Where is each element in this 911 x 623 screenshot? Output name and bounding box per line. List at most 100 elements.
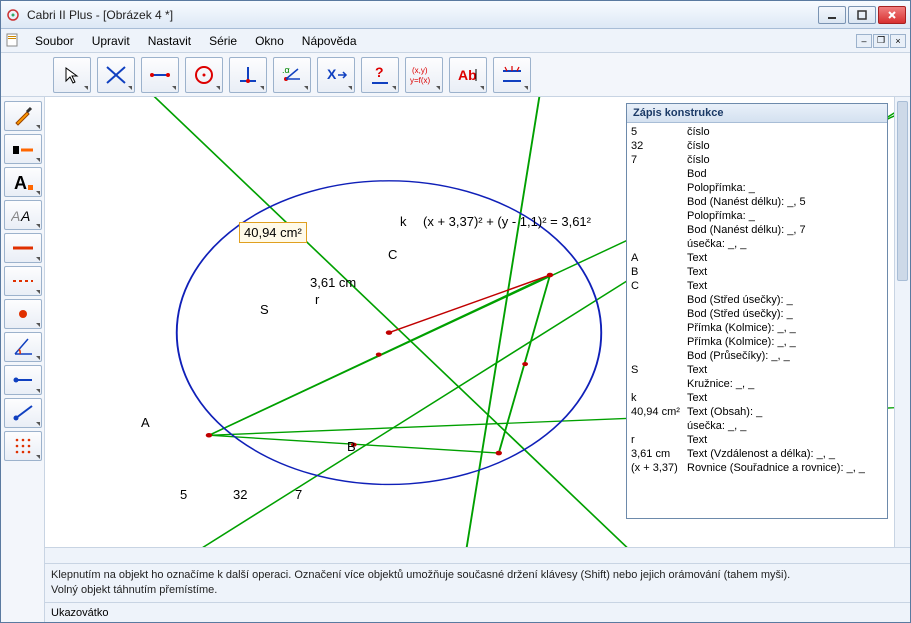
num-7[interactable]: 7 [295, 487, 302, 502]
minimize-button[interactable] [818, 6, 846, 24]
label-C[interactable]: C [388, 247, 397, 262]
mdi-minimize[interactable]: – [856, 34, 872, 48]
maximize-button[interactable] [848, 6, 876, 24]
panel-row-left[interactable] [631, 181, 683, 195]
panel-row-right[interactable]: Přímka (Kolmice): _, _ [687, 335, 883, 349]
menu-serie[interactable]: Série [201, 32, 245, 50]
panel-row-right[interactable]: Text [687, 363, 883, 377]
vertical-scrollbar[interactable] [894, 97, 910, 547]
radius-value[interactable]: 3,61 cm [310, 275, 356, 290]
panel-row-right[interactable]: číslo [687, 153, 883, 167]
drawing-canvas[interactable]: 40,94 cm² k (x + 3,37)² + (y - 1,1)² = 3… [45, 97, 894, 547]
tool-label[interactable]: Ab [449, 57, 487, 93]
menu-nastavit[interactable]: Nastavit [140, 32, 199, 50]
panel-row-left[interactable]: (x + 3,37) [631, 461, 683, 475]
panel-row-left[interactable]: S [631, 363, 683, 377]
panel-row-left[interactable] [631, 223, 683, 237]
side-angle-mark[interactable] [4, 332, 42, 362]
panel-row-right[interactable]: Bod (Průsečíky): _, _ [687, 349, 883, 363]
panel-row-left[interactable]: 5 [631, 125, 683, 139]
panel-row-left[interactable]: A [631, 251, 683, 265]
tool-hide-show[interactable] [493, 57, 531, 93]
tool-query[interactable]: ? [361, 57, 399, 93]
panel-row-left[interactable]: 7 [631, 153, 683, 167]
panel-row-right[interactable]: Kružnice: _, _ [687, 377, 883, 391]
panel-row-left[interactable] [631, 349, 683, 363]
panel-row-left[interactable] [631, 419, 683, 433]
num-32[interactable]: 32 [233, 487, 247, 502]
radius-name[interactable]: r [315, 292, 319, 307]
panel-row-right[interactable]: Polopřímka: _ [687, 181, 883, 195]
panel-row-left[interactable]: r [631, 433, 683, 447]
mdi-restore[interactable]: ❐ [873, 34, 889, 48]
panel-row-left[interactable] [631, 335, 683, 349]
panel-row-left[interactable] [631, 195, 683, 209]
side-pencil[interactable] [4, 101, 42, 131]
tool-perpendicular[interactable] [229, 57, 267, 93]
panel-row-right[interactable]: číslo [687, 125, 883, 139]
construction-panel[interactable]: Zápis konstrukce 5327ABCSk40,94 cm²r3,61… [626, 103, 888, 519]
area-label[interactable]: 40,94 cm² [239, 222, 307, 243]
side-thickness[interactable] [4, 134, 42, 164]
panel-row-left[interactable] [631, 377, 683, 391]
label-A[interactable]: A [141, 415, 150, 430]
panel-row-right[interactable]: Text [687, 433, 883, 447]
horizontal-scrollbar[interactable] [45, 547, 910, 563]
side-grid[interactable] [4, 431, 42, 461]
circle-equation[interactable]: (x + 3,37)² + (y - 1,1)² = 3,61² [423, 214, 591, 229]
panel-row-right[interactable]: Text (Vzdálenost a délka): _, _ [687, 447, 883, 461]
panel-row-left[interactable]: 40,94 cm² [631, 405, 683, 419]
menu-soubor[interactable]: Soubor [27, 32, 82, 50]
tool-x-transform[interactable]: X [317, 57, 355, 93]
menu-okno[interactable]: Okno [247, 32, 292, 50]
panel-row-right[interactable]: Text [687, 391, 883, 405]
panel-row-left[interactable]: 3,61 cm [631, 447, 683, 461]
panel-row-right[interactable]: Bod [687, 167, 883, 181]
side-line-dash[interactable] [4, 266, 42, 296]
panel-row-left[interactable] [631, 293, 683, 307]
panel-row-left[interactable] [631, 307, 683, 321]
num-5[interactable]: 5 [180, 487, 187, 502]
panel-row-right[interactable]: úsečka: _, _ [687, 419, 883, 433]
side-segment-mark[interactable] [4, 365, 42, 395]
panel-row-right[interactable]: Bod (Nanést délku): _, 7 [687, 223, 883, 237]
tool-segment[interactable] [141, 57, 179, 93]
side-font-bold[interactable]: A [4, 167, 42, 197]
panel-row-right[interactable]: Text [687, 279, 883, 293]
menu-napoveda[interactable]: Nápověda [294, 32, 365, 50]
tool-numeric[interactable]: .α [273, 57, 311, 93]
side-point-style[interactable] [4, 299, 42, 329]
label-S[interactable]: S [260, 302, 269, 317]
close-button[interactable] [878, 6, 906, 24]
menu-upravit[interactable]: Upravit [84, 32, 138, 50]
tool-lines[interactable] [97, 57, 135, 93]
side-line-solid[interactable] [4, 233, 42, 263]
tool-pointer[interactable] [53, 57, 91, 93]
panel-row-right[interactable]: úsečka: _, _ [687, 237, 883, 251]
panel-row-left[interactable]: B [631, 265, 683, 279]
panel-row-right[interactable]: Text [687, 265, 883, 279]
panel-row-right[interactable]: číslo [687, 139, 883, 153]
tool-circle[interactable] [185, 57, 223, 93]
label-B[interactable]: B [347, 439, 356, 454]
mdi-close[interactable]: × [890, 34, 906, 48]
panel-row-left[interactable] [631, 237, 683, 251]
panel-row-right[interactable]: Přímka (Kolmice): _, _ [687, 321, 883, 335]
panel-row-right[interactable]: Text [687, 251, 883, 265]
panel-row-left[interactable]: 32 [631, 139, 683, 153]
panel-row-right[interactable]: Polopřímka: _ [687, 209, 883, 223]
side-ray-mark[interactable] [4, 398, 42, 428]
circle-name-k[interactable]: k [400, 214, 407, 229]
panel-row-right[interactable]: Bod (Střed úsečky): _ [687, 307, 883, 321]
panel-row-right[interactable]: Rovnice (Souřadnice a rovnice): _, _ [687, 461, 883, 475]
panel-row-left[interactable] [631, 209, 683, 223]
panel-row-left[interactable] [631, 321, 683, 335]
panel-row-right[interactable]: Bod (Střed úsečky): _ [687, 293, 883, 307]
panel-row-right[interactable]: Text (Obsah): _ [687, 405, 883, 419]
panel-row-right[interactable]: Bod (Nanést délku): _, 5 [687, 195, 883, 209]
panel-row-left[interactable]: C [631, 279, 683, 293]
panel-row-left[interactable]: k [631, 391, 683, 405]
scroll-thumb[interactable] [897, 101, 908, 281]
panel-row-left[interactable] [631, 167, 683, 181]
tool-coords[interactable]: (x,y)y=f(x) [405, 57, 443, 93]
